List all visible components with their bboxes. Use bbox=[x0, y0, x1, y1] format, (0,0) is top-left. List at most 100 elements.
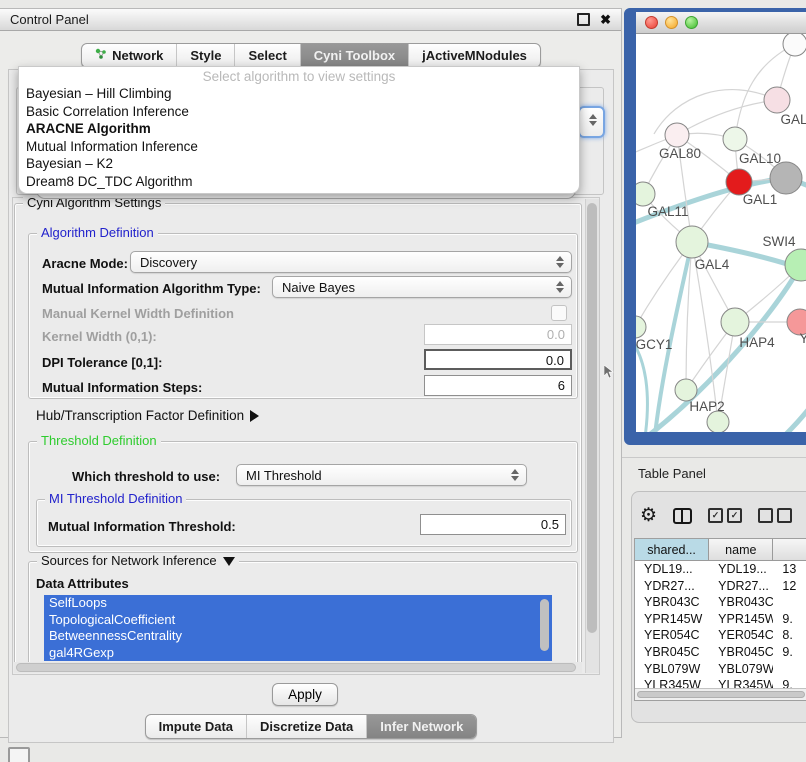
network-node-gcy1[interactable] bbox=[636, 316, 646, 338]
dropdown-item-aracne-algorithm[interactable]: ARACNE Algorithm bbox=[19, 120, 579, 138]
settings-horizontal-scrollbar bbox=[14, 662, 582, 673]
hub-definition-toggle[interactable]: Hub/Transcription Factor Definition bbox=[36, 408, 259, 423]
network-node-gal10[interactable] bbox=[723, 127, 747, 151]
kernel-width-field[interactable]: 0.0 bbox=[424, 324, 572, 345]
network-node-gal4[interactable] bbox=[676, 226, 708, 258]
table-cell: 13 bbox=[773, 561, 806, 578]
network-node-hap2[interactable] bbox=[675, 379, 697, 401]
mi-steps-label: Mutual Information Steps: bbox=[42, 380, 202, 395]
mi-threshold-field[interactable]: 0.5 bbox=[420, 514, 566, 535]
tab-select[interactable]: Select bbox=[235, 44, 300, 67]
network-node[interactable] bbox=[707, 411, 729, 433]
close-icon[interactable]: ✖ bbox=[600, 14, 611, 26]
tab-style[interactable]: Style bbox=[177, 44, 235, 67]
table-row[interactable]: YPR145WYPR145W9. bbox=[635, 611, 806, 628]
network-node-gal11[interactable] bbox=[636, 182, 655, 206]
table-cell: 9. bbox=[773, 611, 806, 628]
panel-divider bbox=[622, 457, 806, 458]
dropdown-item-basic-correlation-inference[interactable]: Basic Correlation Inference bbox=[19, 103, 579, 121]
combo-spinner-icon bbox=[511, 469, 519, 481]
mi-steps-field[interactable]: 6 bbox=[424, 375, 572, 396]
sources-title-text: Sources for Network Inference bbox=[41, 553, 217, 568]
network-node-hap4[interactable] bbox=[721, 308, 749, 336]
checked-box-icon: ✓ bbox=[727, 508, 742, 523]
close-traffic-light-icon[interactable] bbox=[645, 16, 658, 29]
network-node-label: GCY1 bbox=[636, 337, 672, 352]
node-table: shared...name YDL19...YDL19...13YDR27...… bbox=[634, 538, 806, 701]
table-cell: YPR145W bbox=[635, 611, 709, 628]
algorithm-combo-spinner[interactable] bbox=[578, 106, 605, 138]
attribute-item-selfloops[interactable]: SelfLoops bbox=[44, 595, 552, 612]
unselect-all-checkboxes-icon[interactable] bbox=[758, 508, 792, 523]
table-cell: 8. bbox=[773, 627, 806, 644]
dropdown-item-dream8-dc-tdc-algorithm[interactable]: Dream8 DC_TDC Algorithm bbox=[19, 173, 579, 191]
tab-network[interactable]: Network bbox=[82, 44, 177, 67]
tab-discretize-data[interactable]: Discretize Data bbox=[247, 715, 367, 738]
table-row[interactable]: YER054CYER054C8. bbox=[635, 627, 806, 644]
attribute-item-topologicalcoefficient[interactable]: TopologicalCoefficient bbox=[44, 612, 552, 629]
bottom-tab-bar: Impute DataDiscretize DataInfer Network bbox=[0, 714, 622, 739]
column-header-name[interactable]: name bbox=[709, 539, 773, 561]
network-node-label: HAP2 bbox=[689, 399, 724, 414]
network-canvas[interactable]: GALGAL80GAL10GAL1GAL11GAL4SWI4HAP4YGCY1H… bbox=[636, 34, 806, 433]
apply-button[interactable]: Apply bbox=[272, 683, 338, 706]
mi-threshold-label: Mutual Information Threshold: bbox=[48, 519, 236, 534]
tab-cyni-toolbox[interactable]: Cyni Toolbox bbox=[301, 44, 409, 67]
manual-kernel-width-checkbox[interactable] bbox=[551, 305, 567, 321]
attribute-item-gal4rgexp[interactable]: gal4RGexp bbox=[44, 645, 552, 662]
settings-horizontal-scrollbar-thumb[interactable] bbox=[16, 663, 576, 672]
select-all-checkboxes-icon[interactable]: ✓ ✓ bbox=[708, 508, 742, 523]
zoom-traffic-light-icon[interactable] bbox=[685, 16, 698, 29]
network-node-gal[interactable] bbox=[764, 87, 790, 113]
network-node-swi4[interactable] bbox=[785, 249, 806, 281]
threshold-definition-title: Threshold Definition bbox=[37, 433, 161, 448]
network-window-titlebar[interactable] bbox=[636, 12, 806, 34]
table-row[interactable]: YDR27...YDR27...12 bbox=[635, 578, 806, 595]
dpi-tolerance-field[interactable]: 0.0 bbox=[424, 349, 572, 370]
table-cell: YBR045C bbox=[709, 644, 773, 661]
settings-vertical-scrollbar bbox=[585, 199, 599, 673]
dropdown-item-bayesian-hill-climbing[interactable]: Bayesian – Hill Climbing bbox=[19, 85, 579, 103]
settings-vertical-scrollbar-thumb[interactable] bbox=[587, 203, 597, 633]
sources-title[interactable]: Sources for Network Inference bbox=[37, 553, 239, 568]
network-node[interactable] bbox=[770, 162, 802, 194]
table-row[interactable]: YBR045CYBR045C9. bbox=[635, 644, 806, 661]
table-row[interactable]: YDL19...YDL19...13 bbox=[635, 561, 806, 578]
column-header-extra[interactable] bbox=[773, 539, 806, 561]
table-row[interactable]: YBL079WYBL079W bbox=[635, 661, 806, 678]
column-header-shared[interactable]: shared... bbox=[635, 539, 709, 561]
network-node[interactable] bbox=[783, 34, 806, 56]
data-attributes-label: Data Attributes bbox=[36, 576, 129, 591]
minimize-traffic-light-icon[interactable] bbox=[665, 16, 678, 29]
table-cell: YER054C bbox=[709, 627, 773, 644]
chevron-right-icon bbox=[250, 410, 259, 422]
table-cell: 12 bbox=[773, 578, 806, 595]
network-node-label: GAL10 bbox=[739, 151, 781, 166]
attribute-item-betweennesscentrality[interactable]: BetweennessCentrality bbox=[44, 628, 552, 645]
dropdown-item-bayesian-k2[interactable]: Bayesian – K2 bbox=[19, 155, 579, 173]
unchecked-box-icon bbox=[758, 508, 773, 523]
network-node-label: GAL1 bbox=[743, 192, 778, 207]
which-threshold-combo[interactable]: MI Threshold bbox=[236, 464, 527, 486]
aracne-mode-combo[interactable]: Discovery bbox=[130, 251, 572, 273]
float-window-icon[interactable] bbox=[577, 13, 590, 26]
table-cell: YPR145W bbox=[709, 611, 773, 628]
which-threshold-label: Which threshold to use: bbox=[72, 469, 220, 484]
network-node-gal80[interactable] bbox=[665, 123, 689, 147]
settings-gear-icon[interactable]: ⚙ bbox=[640, 506, 657, 525]
tab-jactivemnodules[interactable]: jActiveMNodules bbox=[409, 44, 540, 67]
tab-impute-data[interactable]: Impute Data bbox=[146, 715, 247, 738]
mi-algorithm-type-combo[interactable]: Naive Bayes bbox=[272, 276, 572, 298]
list-scrollbar-thumb[interactable] bbox=[540, 599, 549, 651]
table-row[interactable]: YBR043CYBR043C bbox=[635, 594, 806, 611]
tab-infer-network[interactable]: Infer Network bbox=[367, 715, 476, 738]
table-panel: ⚙ ✓ ✓ shared...name YDL19...YDL19...13YD… bbox=[631, 491, 806, 723]
table-horizontal-scrollbar-thumb[interactable] bbox=[637, 691, 805, 698]
table-cell bbox=[773, 661, 806, 678]
floating-panel-icon[interactable] bbox=[8, 747, 30, 762]
split-view-icon[interactable] bbox=[673, 508, 692, 524]
dropdown-item-mutual-information-inference[interactable]: Mutual Information Inference bbox=[19, 138, 579, 156]
network-edge[interactable] bbox=[748, 386, 806, 433]
combo-spinner-icon bbox=[556, 256, 564, 268]
tab-label: Cyni Toolbox bbox=[314, 48, 395, 63]
